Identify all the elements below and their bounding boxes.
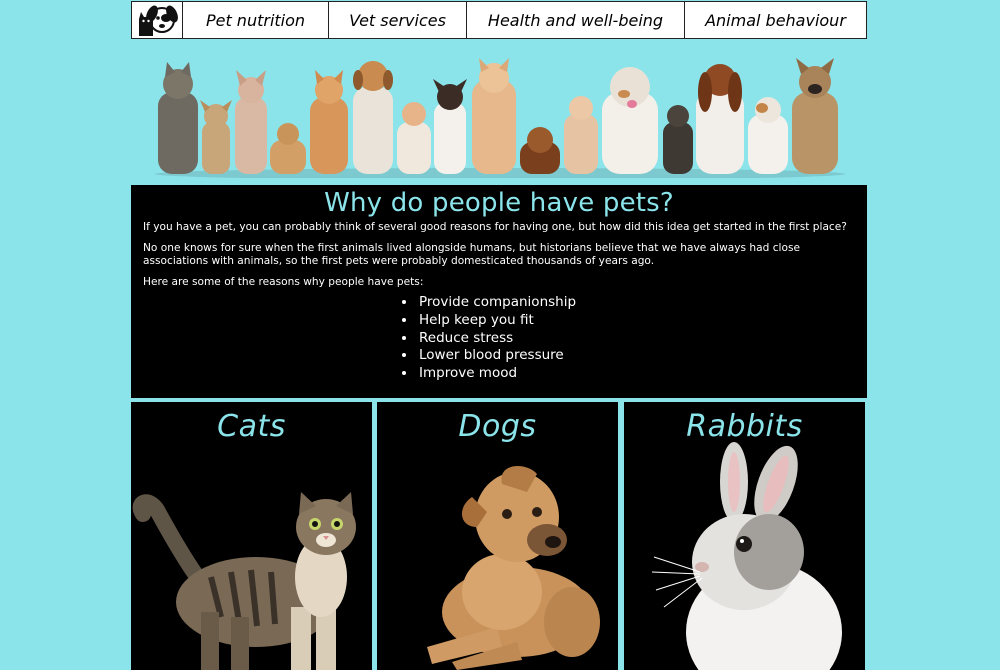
site-logo[interactable]	[132, 2, 183, 38]
nav-item-vet-services[interactable]: Vet services	[329, 2, 467, 38]
card-title: Dogs	[458, 409, 537, 444]
card-title: Cats	[217, 409, 286, 444]
list-item: Improve mood	[417, 365, 599, 383]
page: Pet nutrition Vet services Health and we…	[0, 0, 1000, 670]
top-navigation: Pet nutrition Vet services Health and we…	[131, 1, 867, 39]
reasons-list: Provide companionship Help keep you fit …	[399, 294, 599, 383]
intro-paragraph: If you have a pet, you can probably thin…	[143, 221, 847, 233]
list-item: Help keep you fit	[417, 312, 599, 330]
nav-item-animal-behaviour[interactable]: Animal behaviour	[685, 2, 866, 38]
group-of-cats-and-dogs-photo	[155, 58, 845, 180]
card-title: Rabbits	[686, 409, 803, 444]
intro-paragraph: No one knows for sure when the first ani…	[143, 241, 800, 268]
nav-item-pet-nutrition[interactable]: Pet nutrition	[183, 2, 329, 38]
page-title: Why do people have pets?	[324, 188, 674, 218]
cat-and-dog-logo-icon	[139, 5, 178, 36]
pets-banner-image	[150, 52, 850, 180]
intro-paragraph: Here are some of the reasons why people …	[143, 275, 424, 288]
card-dogs[interactable]: Dogs	[377, 402, 618, 670]
card-cats[interactable]: Cats	[131, 402, 372, 670]
list-item: Lower blood pressure	[417, 347, 599, 365]
list-item: Reduce stress	[417, 330, 599, 348]
card-rabbits[interactable]: Rabbits	[624, 402, 865, 670]
intro-panel: Why do people have pets? If you have a p…	[131, 185, 867, 398]
nav-item-health-and-well-being[interactable]: Health and well-being	[467, 2, 685, 38]
list-item: Provide companionship	[417, 294, 599, 312]
